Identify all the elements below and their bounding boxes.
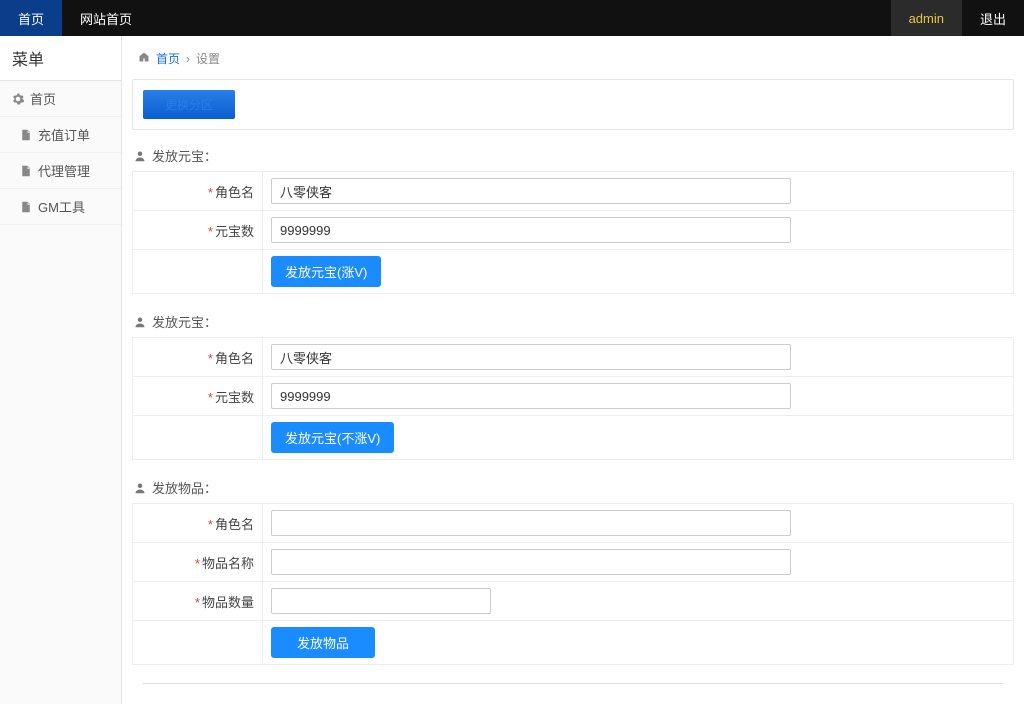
topnav-sitehome[interactable]: 网站首页 [62, 0, 150, 36]
send-gold-vip-button[interactable]: 发放元宝(涨V) [271, 256, 381, 287]
gold-count-input[interactable] [271, 383, 791, 409]
sidebar-title: 菜单 [0, 36, 121, 81]
item-name-input[interactable] [271, 549, 791, 575]
section-title: 发放元宝： [152, 146, 217, 165]
breadcrumb-current: 设置 [196, 50, 220, 67]
section-title: 发放元宝： [152, 312, 217, 331]
field-label: 角色名 [215, 185, 254, 200]
footer-divider [142, 683, 1004, 684]
sidebar-item-agent[interactable]: 代理管理 [0, 153, 121, 189]
home-icon [138, 51, 150, 66]
user-icon [134, 316, 146, 328]
field-label: 元宝数 [215, 390, 254, 405]
section-header: 发放物品： [134, 478, 1014, 497]
field-label: 物品名称 [202, 556, 254, 571]
role-name-input[interactable] [271, 510, 791, 536]
form-table: *角色名 *元宝数 发放元宝(涨V) [132, 171, 1014, 294]
field-label: 物品数量 [202, 595, 254, 610]
sidebar-item-home[interactable]: 首页 [0, 81, 121, 117]
send-gold-novip-button[interactable]: 发放元宝(不涨V) [271, 422, 394, 453]
user-icon [134, 482, 146, 494]
role-name-input[interactable] [271, 344, 791, 370]
topbar: 首页 网站首页 admin 退出 [0, 0, 1024, 36]
sidebar-item-gmtool[interactable]: GM工具 [0, 189, 121, 225]
breadcrumb-home-link[interactable]: 首页 [156, 50, 180, 67]
topnav-logout[interactable]: 退出 [962, 0, 1024, 36]
role-name-input[interactable] [271, 178, 791, 204]
sidebar: 菜单 首页 充值订单 代理管理 GM工具 [0, 36, 122, 704]
user-icon [134, 150, 146, 162]
sidebar-item-label: 充值订单 [38, 125, 90, 144]
breadcrumb-separator: › [186, 52, 190, 66]
sidebar-item-label: 代理管理 [38, 161, 90, 180]
field-label: 角色名 [215, 517, 254, 532]
main-content: 首页 › 设置 更换分区 发放元宝： *角色名 *元宝数 发 [122, 36, 1024, 704]
send-item-button[interactable]: 发放物品 [271, 627, 375, 658]
banner-card: 更换分区 [132, 79, 1014, 130]
breadcrumb: 首页 › 设置 [132, 46, 1014, 79]
form-table: *角色名 *元宝数 发放元宝(不涨V) [132, 337, 1014, 460]
sidebar-item-label: GM工具 [38, 197, 85, 216]
gold-count-input[interactable] [271, 217, 791, 243]
field-label: 角色名 [215, 351, 254, 366]
file-icon [20, 129, 32, 141]
topnav-home[interactable]: 首页 [0, 0, 62, 36]
file-icon [20, 201, 32, 213]
item-count-input[interactable] [271, 588, 491, 614]
file-icon [20, 165, 32, 177]
change-partition-button[interactable]: 更换分区 [143, 90, 235, 119]
topnav-user[interactable]: admin [891, 0, 962, 36]
section-title: 发放物品： [152, 478, 217, 497]
form-table: *角色名 *物品名称 *物品数量 发放物品 [132, 503, 1014, 665]
gear-icon [12, 93, 24, 105]
sidebar-item-recharge[interactable]: 充值订单 [0, 117, 121, 153]
section-header: 发放元宝： [134, 146, 1014, 165]
section-header: 发放元宝： [134, 312, 1014, 331]
field-label: 元宝数 [215, 224, 254, 239]
sidebar-item-label: 首页 [30, 89, 56, 108]
